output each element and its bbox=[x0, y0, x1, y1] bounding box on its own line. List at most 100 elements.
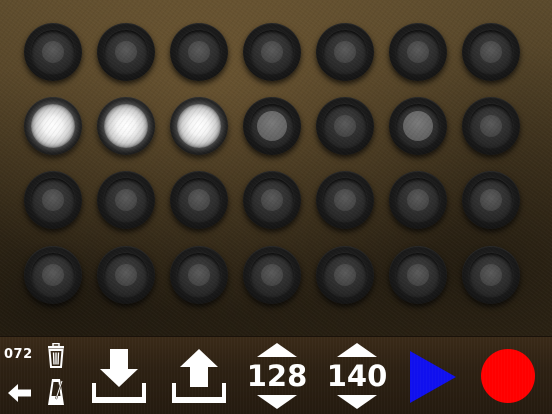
pad-ring bbox=[31, 178, 75, 222]
pad-light bbox=[257, 111, 287, 141]
tempo-stepper-a: 128 bbox=[238, 339, 316, 413]
pad-light bbox=[261, 264, 283, 286]
pad-ring bbox=[323, 178, 367, 222]
pad-light bbox=[42, 41, 64, 63]
pad-light bbox=[407, 41, 429, 63]
drum-pad[interactable] bbox=[243, 23, 301, 81]
drum-pad[interactable] bbox=[462, 23, 520, 81]
pad-ring bbox=[177, 30, 221, 74]
pad-ring bbox=[177, 104, 221, 148]
pad-light bbox=[188, 189, 210, 211]
pad-ring bbox=[396, 30, 440, 74]
increment-arrow-icon[interactable] bbox=[257, 343, 297, 357]
pad-ring bbox=[31, 30, 75, 74]
pad-ring bbox=[250, 104, 294, 148]
trash-icon[interactable] bbox=[46, 342, 66, 369]
pad-light bbox=[188, 264, 210, 286]
pad-light bbox=[480, 189, 502, 211]
pad-light bbox=[480, 115, 502, 137]
pad-ring bbox=[104, 104, 148, 148]
pad-ring bbox=[250, 253, 294, 297]
drum-pad[interactable] bbox=[389, 97, 447, 155]
drum-pad[interactable] bbox=[24, 171, 82, 229]
pad-ring bbox=[104, 178, 148, 222]
pad-light bbox=[334, 115, 356, 137]
pad-light bbox=[480, 41, 502, 63]
download-icon[interactable] bbox=[88, 345, 150, 407]
counter-readout: 072 bbox=[4, 347, 33, 362]
drum-pad[interactable] bbox=[462, 171, 520, 229]
pad-ring bbox=[250, 30, 294, 74]
pad-ring bbox=[396, 104, 440, 148]
pad-light bbox=[407, 189, 429, 211]
drum-pad[interactable] bbox=[316, 97, 374, 155]
pad-light bbox=[115, 41, 137, 63]
drum-pad[interactable] bbox=[316, 23, 374, 81]
drum-pad[interactable] bbox=[243, 171, 301, 229]
pad-light bbox=[42, 189, 64, 211]
drum-pad[interactable] bbox=[389, 246, 447, 304]
drum-pad[interactable] bbox=[462, 246, 520, 304]
drum-pad[interactable] bbox=[316, 171, 374, 229]
pad-light bbox=[403, 111, 433, 141]
pad-ring bbox=[469, 253, 513, 297]
drum-pad[interactable] bbox=[170, 246, 228, 304]
drum-machine-app: 072 128 140 bbox=[0, 0, 552, 414]
drum-pad[interactable] bbox=[389, 23, 447, 81]
pad-ring bbox=[31, 253, 75, 297]
stepper-b-value: 140 bbox=[326, 359, 388, 393]
decrement-arrow-icon[interactable] bbox=[257, 395, 297, 409]
pad-ring bbox=[177, 253, 221, 297]
drum-pad[interactable] bbox=[170, 23, 228, 81]
upload-icon[interactable] bbox=[168, 345, 230, 407]
pad-ring bbox=[104, 30, 148, 74]
bottom-toolbar: 072 128 140 bbox=[0, 336, 552, 414]
drum-pad[interactable] bbox=[389, 171, 447, 229]
metronome-icon[interactable] bbox=[46, 377, 66, 407]
pad-light bbox=[407, 264, 429, 286]
stepper-a-value: 128 bbox=[246, 359, 308, 393]
drum-pad[interactable] bbox=[170, 97, 228, 155]
pad-light bbox=[188, 41, 210, 63]
drum-pad[interactable] bbox=[462, 97, 520, 155]
drum-pad[interactable] bbox=[24, 97, 82, 155]
pad-ring bbox=[469, 104, 513, 148]
pad-ring bbox=[323, 30, 367, 74]
pad-ring bbox=[250, 178, 294, 222]
drum-pad[interactable] bbox=[243, 246, 301, 304]
pad-ring bbox=[396, 253, 440, 297]
pad-ring bbox=[396, 178, 440, 222]
pad-light bbox=[261, 189, 283, 211]
drum-pad[interactable] bbox=[243, 97, 301, 155]
pad-ring bbox=[31, 104, 75, 148]
drum-pad[interactable] bbox=[97, 97, 155, 155]
pad-light bbox=[115, 264, 137, 286]
drum-pad[interactable] bbox=[24, 246, 82, 304]
pad-ring bbox=[469, 30, 513, 74]
pad-light bbox=[480, 264, 502, 286]
drum-pad[interactable] bbox=[97, 23, 155, 81]
pad-light bbox=[42, 264, 64, 286]
increment-arrow-icon[interactable] bbox=[337, 343, 377, 357]
drum-pad[interactable] bbox=[170, 171, 228, 229]
decrement-arrow-icon[interactable] bbox=[337, 395, 377, 409]
drum-pad[interactable] bbox=[316, 246, 374, 304]
pad-light bbox=[334, 41, 356, 63]
play-icon[interactable] bbox=[410, 351, 456, 403]
pad-ring bbox=[177, 178, 221, 222]
pad-light bbox=[334, 189, 356, 211]
pad-ring bbox=[104, 253, 148, 297]
pad-light bbox=[334, 264, 356, 286]
drum-pad[interactable] bbox=[97, 171, 155, 229]
pad-grid bbox=[0, 0, 552, 336]
pad-light bbox=[115, 189, 137, 211]
pad-ring bbox=[469, 178, 513, 222]
pad-ring bbox=[323, 104, 367, 148]
drum-pad[interactable] bbox=[97, 246, 155, 304]
back-arrow-icon[interactable] bbox=[6, 381, 34, 405]
record-icon[interactable] bbox=[481, 349, 535, 403]
tempo-stepper-b: 140 bbox=[318, 339, 396, 413]
pad-ring bbox=[323, 253, 367, 297]
pad-light bbox=[261, 41, 283, 63]
drum-pad[interactable] bbox=[24, 23, 82, 81]
